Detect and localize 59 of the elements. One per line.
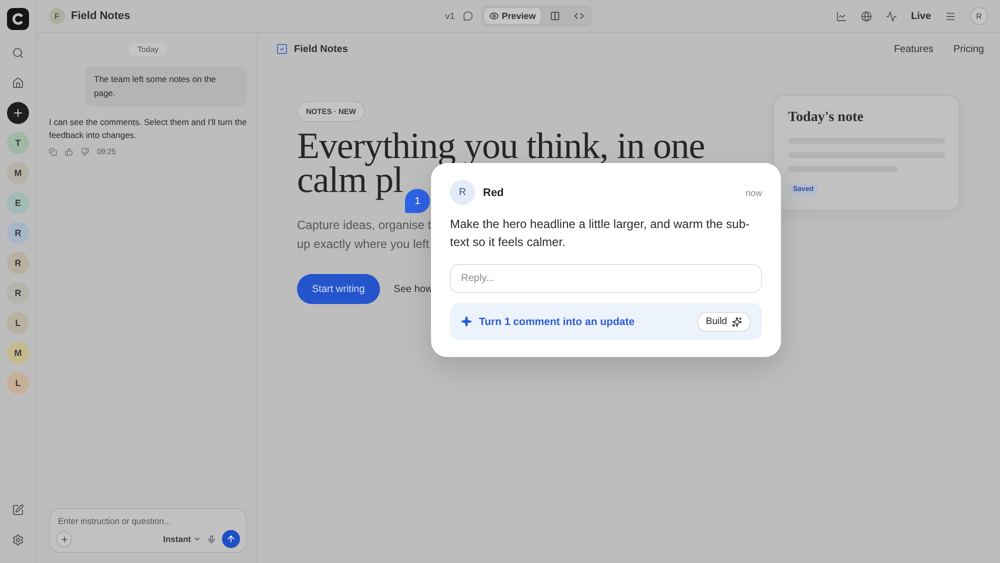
chart-icon[interactable] — [836, 10, 847, 22]
author-name: Red — [483, 186, 505, 198]
code-icon — [574, 11, 584, 21]
build-button[interactable]: Build — [696, 312, 751, 332]
logo-icon[interactable] — [7, 8, 29, 30]
avatar[interactable]: R — [7, 252, 29, 274]
note-title: Today's note — [788, 110, 864, 126]
globe-icon[interactable] — [861, 10, 872, 22]
columns-icon — [550, 11, 560, 21]
avatar[interactable]: M — [7, 342, 29, 364]
menu-icon[interactable] — [945, 10, 956, 22]
thumbs-down-icon[interactable] — [81, 148, 89, 156]
assistant-message: I can see the comments. Select them and I'll turn the feedback into changes. — [49, 116, 247, 142]
nav-link[interactable]: Pricing — [953, 44, 984, 54]
comment-pin[interactable]: 1 — [405, 189, 430, 213]
checkbox-icon — [276, 43, 288, 55]
activity-icon[interactable] — [886, 10, 897, 22]
avatar[interactable]: T — [7, 132, 29, 154]
avatar[interactable]: E — [7, 192, 29, 214]
attach-button[interactable] — [56, 531, 72, 547]
avatar[interactable]: R — [7, 222, 29, 244]
live-label[interactable]: Live — [911, 10, 932, 22]
eye-icon — [488, 11, 499, 21]
avatar[interactable]: L — [7, 312, 29, 334]
plus-icon — [12, 107, 24, 119]
author-avatar: R — [450, 180, 475, 205]
comment-icon[interactable] — [462, 11, 473, 21]
mode-dropdown[interactable]: Instant — [163, 534, 201, 544]
send-button[interactable] — [222, 530, 240, 548]
reply-field[interactable]: Reply... — [450, 264, 762, 293]
comment-time: now — [745, 188, 762, 198]
add-button[interactable] — [7, 102, 29, 124]
start-writing-button[interactable]: Start writing — [297, 274, 380, 304]
comment-text: Make the hero headline a little larger, and warm the sub-text so it feels calmer. — [450, 216, 751, 251]
arrow-up-icon — [226, 534, 236, 544]
chevron-icon — [193, 535, 201, 543]
copy-icon[interactable] — [49, 148, 57, 156]
avatar[interactable]: L — [7, 372, 29, 394]
plus-icon — [60, 534, 68, 544]
update-text: Turn 1 comment into an update — [479, 316, 636, 328]
user-avatar[interactable]: R — [970, 7, 988, 25]
sparkle-icon — [461, 316, 472, 327]
date-label: Today — [129, 43, 167, 56]
mic-icon[interactable] — [207, 534, 216, 544]
site-brand: Field Notes — [294, 44, 348, 54]
avatar[interactable]: R — [7, 282, 29, 304]
project-name: Field Notes — [71, 10, 130, 22]
sparkles-icon — [732, 316, 742, 326]
version-label: v1 — [445, 11, 455, 21]
subtitle: up exactly where you left — [297, 236, 430, 253]
thumbs-up-icon[interactable] — [65, 148, 73, 156]
subtitle: Capture ideas, organise t — [297, 217, 432, 234]
instruction-field[interactable]: Enter instruction or question... — [56, 516, 240, 526]
preview-tab[interactable]: Preview — [482, 7, 542, 25]
user-message: The team left some notes on the page. — [85, 66, 247, 106]
avatar[interactable]: M — [7, 162, 29, 184]
headline: Everything you think, in one — [297, 130, 705, 164]
nav-link[interactable]: Features — [894, 44, 934, 54]
project-avatar: F — [49, 8, 65, 24]
